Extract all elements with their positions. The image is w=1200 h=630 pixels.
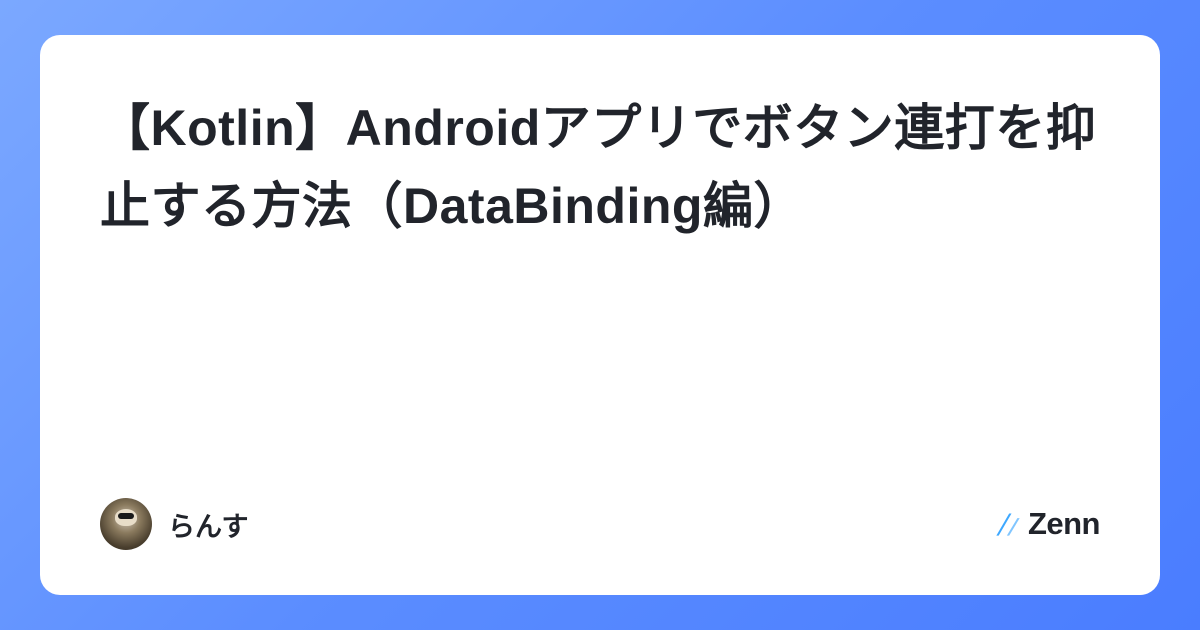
- article-card: 【Kotlin】Androidアプリでボタン連打を抑止する方法（DataBind…: [40, 35, 1160, 595]
- brand-logo: Zenn: [994, 506, 1100, 542]
- zenn-icon: [994, 510, 1022, 538]
- author-avatar: [100, 498, 152, 550]
- card-footer: らんす Zenn: [100, 498, 1100, 550]
- brand-name: Zenn: [1028, 506, 1100, 542]
- article-title: 【Kotlin】Androidアプリでボタン連打を抑止する方法（DataBind…: [100, 90, 1100, 245]
- author-name: らんす: [168, 505, 248, 544]
- author-block: らんす: [100, 498, 248, 550]
